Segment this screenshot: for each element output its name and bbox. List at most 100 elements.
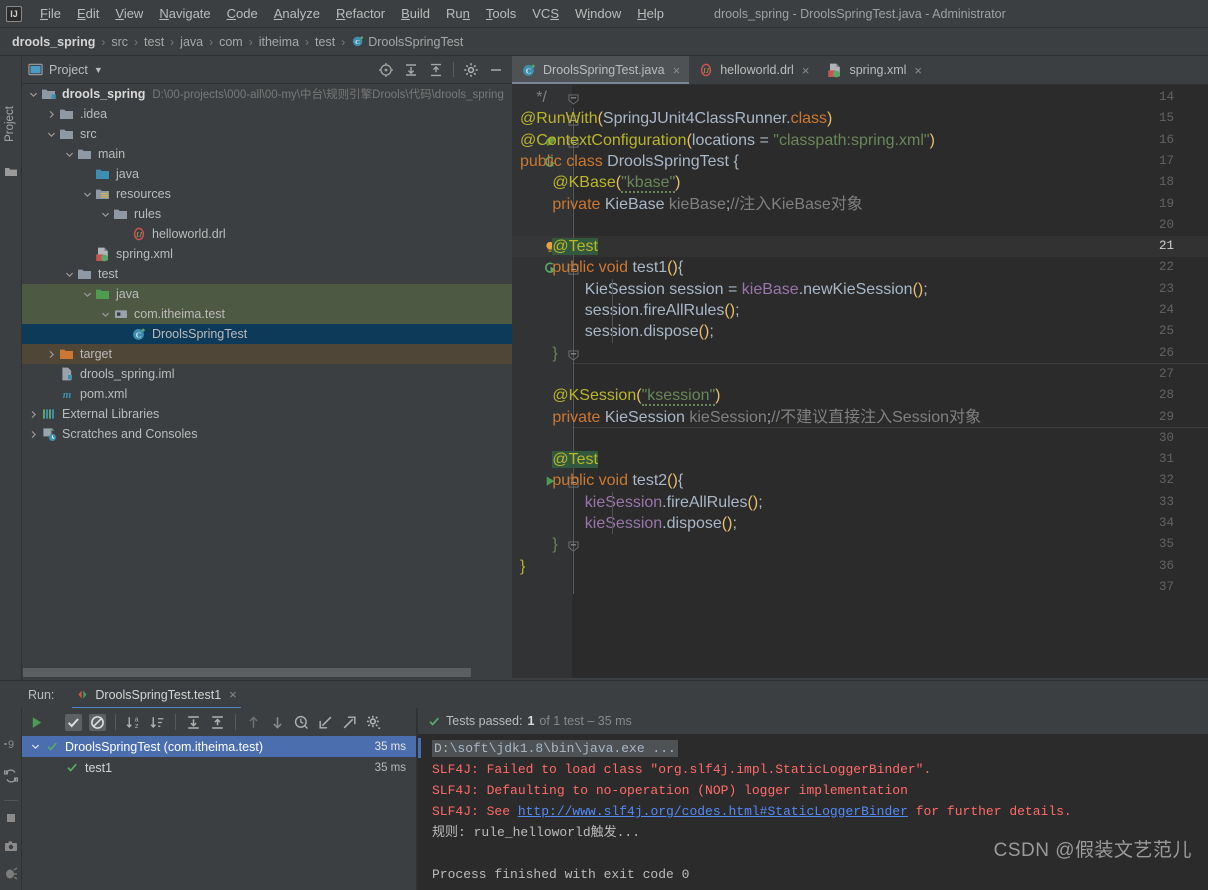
export-tests-icon[interactable] [341, 714, 358, 731]
collapse-all-icon[interactable] [428, 62, 444, 78]
tree-node-helloworld-drl[interactable]: IJ helloworld.drl [22, 224, 512, 244]
menu-item-view[interactable]: View [107, 3, 151, 24]
breadcrumb-item-test[interactable]: test [311, 34, 339, 50]
tree-node-test[interactable]: test [22, 264, 512, 284]
run-tab[interactable]: DroolsSpringTest.test1 × [72, 681, 242, 709]
test-results-tree[interactable]: DroolsSpringTest (com.itheima.test) 35 ms… [22, 736, 416, 890]
breadcrumb-item-drools_spring[interactable]: drools_spring [8, 34, 99, 50]
prev-failed-test-icon[interactable] [245, 714, 262, 731]
menu-item-run[interactable]: Run [438, 3, 478, 24]
run-console[interactable]: D:\soft\jdk1.8\bin\java.exe ... SLF4J: Fa… [418, 734, 1208, 890]
menu-item-tools[interactable]: Tools [478, 3, 524, 24]
show-ignored-tests-icon[interactable] [89, 713, 106, 731]
close-icon[interactable]: × [802, 63, 810, 78]
breadcrumb-item-java[interactable]: java [176, 34, 207, 50]
next-failed-test-icon[interactable] [269, 714, 286, 731]
menu-item-analyze[interactable]: Analyze [266, 3, 328, 24]
menu-item-navigate[interactable]: Navigate [151, 3, 218, 24]
expand-all-icon[interactable] [185, 714, 202, 731]
test-history-icon[interactable] [293, 714, 310, 731]
tree-node-droolsspringtest[interactable]: C DroolsSpringTest [22, 324, 512, 344]
locate-icon[interactable] [378, 62, 394, 78]
expand-all-icon[interactable] [403, 62, 419, 78]
project-tree[interactable]: drools_spring D:\00-projects\000-all\00-m… [22, 84, 512, 662]
chevron-right-icon[interactable] [28, 429, 39, 440]
tree-node-pom-xml[interactable]: m pom.xml [22, 384, 512, 404]
breadcrumb-item-droolsspringtest[interactable]: C DroolsSpringTest [347, 33, 467, 52]
breadcrumb-item-src[interactable]: src [107, 34, 132, 50]
project-tree-hscrollbar[interactable] [22, 666, 512, 678]
fold-expand-icon[interactable] [568, 539, 579, 552]
breadcrumb-item-com[interactable]: com [215, 34, 247, 50]
test-row[interactable]: test1 35 ms [22, 757, 416, 778]
menu-item-vcs[interactable]: VCS [524, 3, 567, 24]
chevron-down-icon[interactable] [46, 129, 57, 140]
hide-panel-icon[interactable] [488, 62, 504, 78]
sort-alphabetically-icon[interactable]: a z [125, 714, 142, 731]
chevron-down-icon[interactable] [28, 89, 39, 100]
editor-tab-spring-xml[interactable]: spring.xml × [818, 56, 931, 84]
tool-button-project[interactable]: Project [4, 92, 16, 156]
tree-node-com-itheima-test[interactable]: com.itheima.test [22, 304, 512, 324]
chevron-right-icon[interactable] [46, 349, 57, 360]
menu-item-edit[interactable]: Edit [69, 3, 107, 24]
editor-tab-helloworld-drl[interactable]: IJ helloworld.drl × [689, 56, 818, 84]
tree-node-target[interactable]: target [22, 344, 512, 364]
line-number: 14 [1158, 90, 1174, 104]
chevron-down-icon[interactable] [100, 209, 111, 220]
menu-item-file[interactable]: File [32, 3, 69, 24]
chevron-right-icon[interactable] [28, 409, 39, 420]
breadcrumb-item-test[interactable]: test [140, 34, 168, 50]
import-tests-icon[interactable] [317, 714, 334, 731]
sort-by-duration-icon[interactable] [149, 714, 166, 731]
menu-item-code[interactable]: Code [219, 3, 266, 24]
gear-icon[interactable] [463, 62, 479, 78]
tree-node-java[interactable]: java [22, 284, 512, 304]
tree-node-resources[interactable]: resources [22, 184, 512, 204]
fold-expand-icon[interactable] [568, 92, 579, 105]
breadcrumb-item-itheima[interactable]: itheima [255, 34, 303, 50]
tree-node-java[interactable]: java [22, 164, 512, 184]
tree-node-drools_spring-iml[interactable]: drools_spring.iml [22, 364, 512, 384]
chevron-down-icon[interactable] [82, 189, 93, 200]
bug-icon[interactable] [3, 865, 19, 881]
close-icon[interactable]: × [229, 687, 237, 702]
tree-node-src[interactable]: src [22, 124, 512, 144]
refresh-icon[interactable] [3, 768, 19, 784]
chevron-down-icon[interactable] [82, 289, 93, 300]
close-icon[interactable]: × [673, 63, 681, 78]
tree-node-external-libraries[interactable]: External Libraries [22, 404, 512, 424]
close-icon[interactable]: × [914, 63, 922, 78]
editor-tab-droolsspringtest-java[interactable]: C DroolsSpringTest.java × [512, 56, 690, 84]
tree-node-main[interactable]: main [22, 144, 512, 164]
gear-icon[interactable] [365, 714, 382, 731]
tree-node-drools_spring[interactable]: drools_spring D:\00-projects\000-all\00-m… [22, 84, 512, 104]
show-passed-tests-icon[interactable] [65, 713, 82, 731]
tree-node-rules[interactable]: rules [22, 204, 512, 224]
camera-icon[interactable] [3, 838, 19, 854]
debug-icon[interactable]: 9 [3, 736, 19, 752]
editor-content[interactable]: 14 */ 15 @RunWith(SpringJUnit4ClassRunner.c… [512, 85, 1208, 678]
chevron-down-icon[interactable] [64, 269, 75, 280]
scrollbar-thumb[interactable] [23, 668, 471, 677]
test-row[interactable]: DroolsSpringTest (com.itheima.test) 35 ms [22, 736, 416, 757]
menu-item-refactor[interactable]: Refactor [328, 3, 393, 24]
chevron-down-icon[interactable] [64, 149, 75, 160]
chevron-down-icon[interactable] [30, 741, 43, 752]
chevron-right-icon[interactable] [46, 109, 57, 120]
menu-item-build[interactable]: Build [393, 3, 438, 24]
editor-tab-bar[interactable]: C DroolsSpringTest.java × IJ helloworld.drl ×… [512, 56, 1208, 85]
chevron-down-icon[interactable] [100, 309, 111, 320]
fold-expand-icon[interactable] [568, 348, 579, 361]
chevron-down-icon[interactable]: ▼ [94, 65, 103, 75]
menu-item-help[interactable]: Help [629, 3, 672, 24]
tree-node--idea[interactable]: .idea [22, 104, 512, 124]
console-link[interactable]: http://www.slf4j.org/codes.html#StaticLo… [518, 804, 908, 819]
collapse-all-icon[interactable] [209, 714, 226, 731]
menu-item-window[interactable]: Window [567, 3, 629, 24]
tree-node-spring-xml[interactable]: spring.xml [22, 244, 512, 264]
rerun-icon[interactable] [28, 714, 45, 731]
tree-node-scratches-and-consoles[interactable]: Scratches and Consoles [22, 424, 512, 444]
code-editor[interactable]: 14 */ 15 @RunWith(SpringJUnit4ClassRunner.c… [512, 85, 1208, 678]
stop-icon[interactable] [3, 810, 19, 826]
